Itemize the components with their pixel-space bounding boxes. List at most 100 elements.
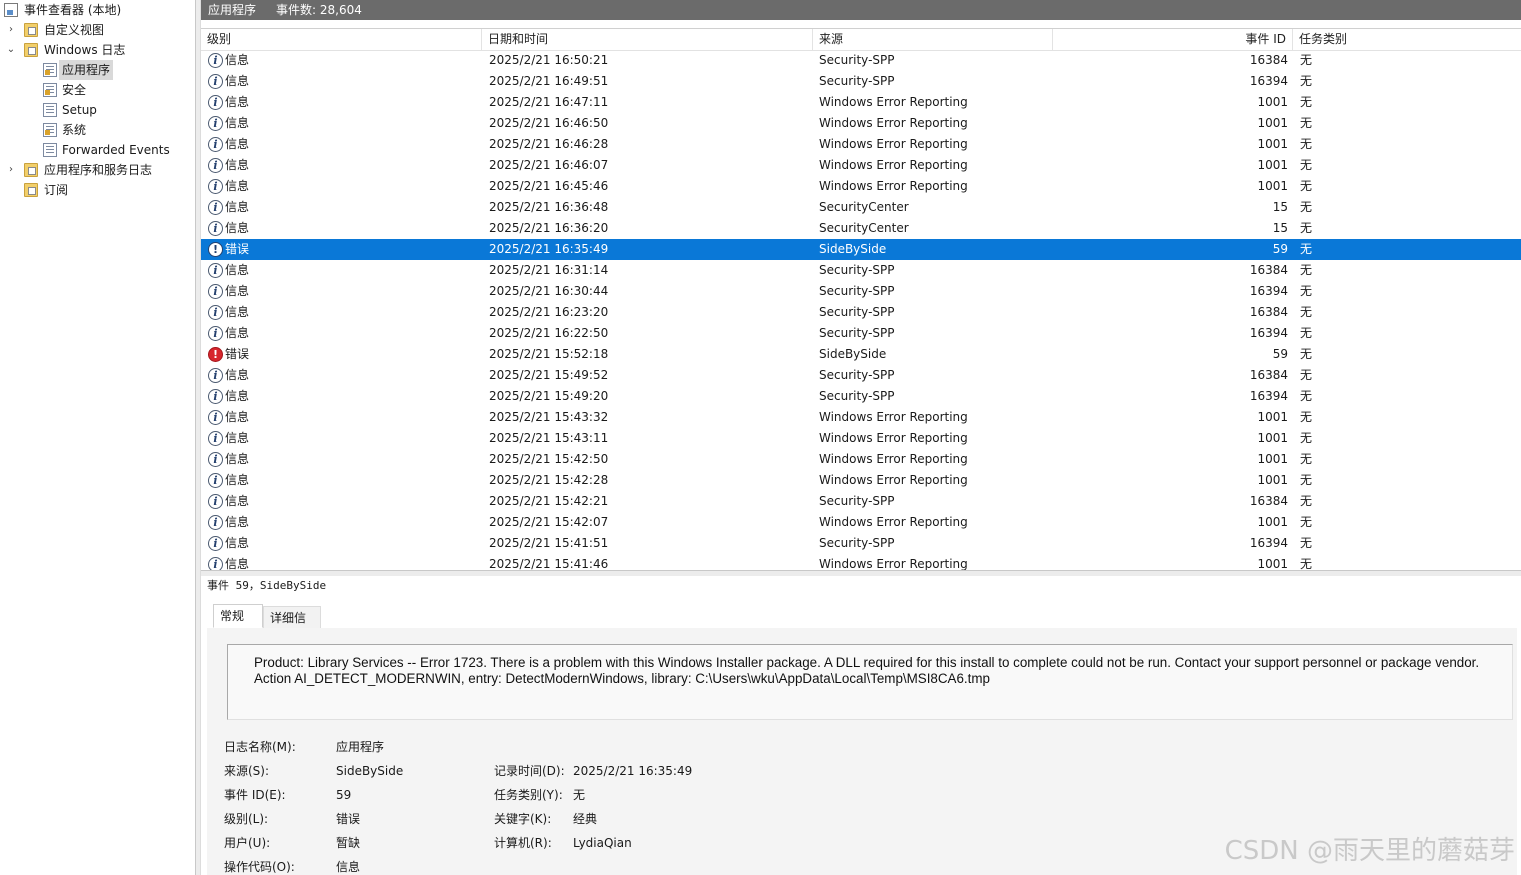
cell-task: 无 bbox=[1300, 536, 1313, 550]
cell-task: 无 bbox=[1300, 557, 1313, 571]
column-header-event-id[interactable]: 事件 ID bbox=[1241, 29, 1293, 50]
cell-event-id: 1001 bbox=[1257, 179, 1288, 193]
chevron-down-icon[interactable]: ⌄ bbox=[6, 40, 16, 60]
info-icon: i bbox=[208, 452, 223, 467]
tree-root-event-viewer[interactable]: 事件查看器 (本地) bbox=[0, 0, 195, 20]
column-header-datetime[interactable]: 日期和时间 bbox=[482, 29, 813, 50]
tree-root-label: 事件查看器 (本地) bbox=[24, 3, 122, 17]
event-viewer-icon bbox=[4, 3, 18, 17]
subscription-icon bbox=[24, 183, 38, 197]
event-row[interactable]: i 信息 2025/2/21 15:41:46 Windows Error Repor… bbox=[201, 554, 1521, 571]
event-row[interactable]: i 信息 2025/2/21 16:31:14 Security-SPP 16384 无 bbox=[201, 260, 1521, 281]
column-header-level[interactable]: 级别 bbox=[201, 29, 482, 50]
cell-source: Security-SPP bbox=[819, 326, 895, 340]
info-icon: i bbox=[208, 305, 223, 320]
chevron-right-icon[interactable]: › bbox=[6, 160, 16, 180]
event-row[interactable]: i 信息 2025/2/21 16:50:21 Security-SPP 16384 无 bbox=[201, 50, 1521, 71]
prop-value-computer: LydiaQian bbox=[573, 836, 632, 850]
cell-datetime: 2025/2/21 15:49:52 bbox=[489, 368, 609, 382]
event-row[interactable]: i 信息 2025/2/21 15:42:28 Windows Error Repor… bbox=[201, 470, 1521, 491]
event-row[interactable]: i 信息 2025/2/21 16:46:28 Windows Error Repor… bbox=[201, 134, 1521, 155]
event-row[interactable]: i 信息 2025/2/21 16:30:44 Security-SPP 16394 无 bbox=[201, 281, 1521, 302]
cell-source: Windows Error Reporting bbox=[819, 158, 968, 172]
info-icon: i bbox=[208, 389, 223, 404]
cell-task: 无 bbox=[1300, 452, 1313, 466]
cell-task: 无 bbox=[1300, 431, 1313, 445]
tab-details[interactable]: 详细信息 bbox=[263, 606, 321, 647]
cell-level: 信息 bbox=[225, 515, 250, 529]
event-row[interactable]: i 信息 2025/2/21 16:45:46 Windows Error Repor… bbox=[201, 176, 1521, 197]
tab-general[interactable]: 常规 bbox=[213, 604, 263, 628]
cell-event-id: 16394 bbox=[1249, 536, 1288, 550]
event-row[interactable]: i 信息 2025/2/21 15:41:51 Security-SPP 16394 无 bbox=[201, 533, 1521, 554]
folder-icon bbox=[24, 43, 38, 57]
event-row[interactable]: i 信息 2025/2/21 16:36:48 SecurityCenter 15 无 bbox=[201, 197, 1521, 218]
event-row[interactable]: i 信息 2025/2/21 15:43:11 Windows Error Repor… bbox=[201, 428, 1521, 449]
cell-event-id: 16384 bbox=[1249, 53, 1288, 67]
cell-level: 信息 bbox=[225, 305, 250, 319]
event-row[interactable]: i 信息 2025/2/21 15:42:21 Security-SPP 16384 无 bbox=[201, 491, 1521, 512]
cell-datetime: 2025/2/21 16:23:20 bbox=[489, 305, 609, 319]
tree-item-app-service-logs[interactable]: › 应用程序和服务日志 bbox=[0, 160, 195, 180]
prop-value-source: SideBySide bbox=[336, 764, 404, 778]
event-row[interactable]: i 信息 2025/2/21 15:42:07 Windows Error Repor… bbox=[201, 512, 1521, 533]
tree-item-application[interactable]: 应用程序 bbox=[0, 60, 195, 80]
event-row[interactable]: i 信息 2025/2/21 15:43:32 Windows Error Repor… bbox=[201, 407, 1521, 428]
prop-label-keywords: 关键字(K): bbox=[494, 812, 552, 826]
watermark: CSDN @雨天里的蘑菇芽 bbox=[1224, 836, 1515, 866]
cell-task: 无 bbox=[1300, 137, 1313, 151]
column-header-source[interactable]: 来源 bbox=[813, 29, 1053, 50]
tree-item-system[interactable]: 系统 bbox=[0, 120, 195, 140]
cell-level: 信息 bbox=[225, 431, 250, 445]
info-icon: i bbox=[208, 515, 223, 530]
event-row[interactable]: i 信息 2025/2/21 16:46:50 Windows Error Repor… bbox=[201, 113, 1521, 134]
cell-datetime: 2025/2/21 15:41:51 bbox=[489, 536, 609, 550]
cell-datetime: 2025/2/21 15:42:50 bbox=[489, 452, 609, 466]
cell-level: 信息 bbox=[225, 410, 250, 424]
tree-item-label: Windows 日志 bbox=[44, 43, 126, 57]
cell-datetime: 2025/2/21 16:35:49 bbox=[489, 242, 609, 256]
cell-level: 信息 bbox=[225, 494, 250, 508]
tree-item-setup[interactable]: Setup bbox=[0, 100, 195, 120]
chevron-right-icon[interactable]: › bbox=[6, 20, 16, 40]
cell-source: Security-SPP bbox=[819, 53, 895, 67]
cell-event-id: 15 bbox=[1272, 200, 1288, 214]
cell-source: Security-SPP bbox=[819, 284, 895, 298]
cell-event-id: 1001 bbox=[1257, 473, 1288, 487]
cell-datetime: 2025/2/21 16:30:44 bbox=[489, 284, 609, 298]
cell-event-id: 16384 bbox=[1249, 305, 1288, 319]
tree-item-security[interactable]: 安全 bbox=[0, 80, 195, 100]
info-icon: i bbox=[208, 326, 223, 341]
event-row[interactable]: ! 错误 2025/2/21 16:35:49 SideBySide 59 无 bbox=[201, 239, 1521, 260]
tree-item-forwarded-events[interactable]: Forwarded Events bbox=[0, 140, 195, 160]
event-row[interactable]: i 信息 2025/2/21 16:36:20 SecurityCenter 15 无 bbox=[201, 218, 1521, 239]
event-row[interactable]: i 信息 2025/2/21 16:49:51 Security-SPP 16394 无 bbox=[201, 71, 1521, 92]
tree-item-subscriptions[interactable]: 订阅 bbox=[0, 180, 195, 200]
event-row[interactable]: i 信息 2025/2/21 16:47:11 Windows Error Repor… bbox=[201, 92, 1521, 113]
cell-task: 无 bbox=[1300, 305, 1313, 319]
event-row[interactable]: i 信息 2025/2/21 15:49:20 Security-SPP 16394 无 bbox=[201, 386, 1521, 407]
event-row[interactable]: ! 错误 2025/2/21 15:52:18 SideBySide 59 无 bbox=[201, 344, 1521, 365]
cell-level: 信息 bbox=[225, 452, 250, 466]
cell-level: 信息 bbox=[225, 221, 250, 235]
event-message-box[interactable]: Product: Library Services -- Error 1723.… bbox=[227, 644, 1513, 720]
event-row[interactable]: i 信息 2025/2/21 16:46:07 Windows Error Repor… bbox=[201, 155, 1521, 176]
prop-label-logged: 记录时间(D): bbox=[494, 764, 565, 778]
event-row[interactable]: i 信息 2025/2/21 15:49:52 Security-SPP 16384 无 bbox=[201, 365, 1521, 386]
tree-item-custom-views[interactable]: › 自定义视图 bbox=[0, 20, 195, 40]
column-header-task[interactable]: 任务类别 bbox=[1293, 29, 1521, 50]
event-row[interactable]: i 信息 2025/2/21 15:42:50 Windows Error Repor… bbox=[201, 449, 1521, 470]
info-icon: i bbox=[208, 431, 223, 446]
event-row[interactable]: i 信息 2025/2/21 16:22:50 Security-SPP 16394 无 bbox=[201, 323, 1521, 344]
log-icon bbox=[43, 143, 57, 157]
cell-task: 无 bbox=[1300, 473, 1313, 487]
cell-event-id: 59 bbox=[1272, 242, 1288, 256]
event-row[interactable]: i 信息 2025/2/21 16:23:20 Security-SPP 16384 无 bbox=[201, 302, 1521, 323]
cell-source: Security-SPP bbox=[819, 263, 895, 277]
cell-datetime: 2025/2/21 16:46:50 bbox=[489, 116, 609, 130]
tree-item-windows-logs[interactable]: ⌄ Windows 日志 bbox=[0, 40, 195, 60]
event-message: Product: Library Services -- Error 1723.… bbox=[254, 655, 1480, 686]
info-icon: i bbox=[208, 200, 223, 215]
prop-value-event-id: 59 bbox=[336, 788, 352, 802]
cell-source: SideBySide bbox=[819, 242, 887, 256]
